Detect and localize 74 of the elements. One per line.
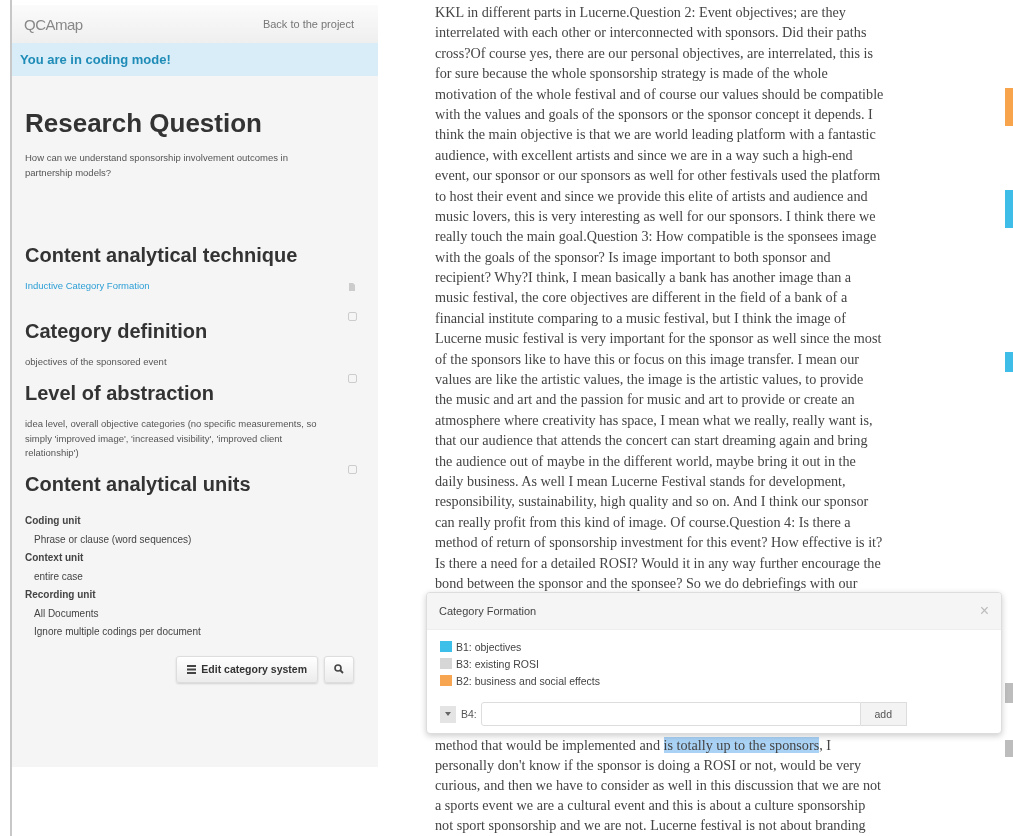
- code-marker[interactable]: [1005, 190, 1013, 228]
- document-line: not sport sponsorship and we are not. Lucerne festival is not about branding: [435, 816, 867, 836]
- document-line: daily business. As well I mean Lucerne Festival stands for development,: [435, 472, 847, 491]
- unit-value: Ignore multiple codings per document: [33, 625, 202, 640]
- section-heading: Level of abstraction: [25, 381, 215, 405]
- document-line: method of return of sponsorship investment for this event? How effective is it?: [435, 533, 884, 553]
- document-line: audience, with excellent artists and since we are in a way such a high-end: [435, 145, 854, 165]
- document-line: Is there a need for a detailed ROSI? Would it in any way further encourage the: [435, 553, 882, 573]
- document-line: music festival, the core objectives are different in the field of a bank of a: [435, 288, 849, 308]
- document-line: the audience out of maybe in the different world, maybe bring it out in the: [435, 451, 857, 471]
- code-marker[interactable]: [1005, 352, 1013, 372]
- category-item[interactable]: B3: existing ROSI: [456, 657, 539, 670]
- document-line: interrelated with each other or interconnected with sponsors. Did their paths: [435, 23, 868, 43]
- document-line: can really profit from this kind of image. Of course.Question 4: Is there a: [435, 512, 852, 532]
- document-line: a sports event we are a cultural event and this is about a culture sponsorship: [435, 796, 867, 816]
- list-icon: [187, 664, 197, 674]
- edit-icon[interactable]: [348, 373, 357, 383]
- app-logo: QCAmap: [24, 15, 83, 33]
- document-line: the music and art and the passion for music and art to provide or create an: [435, 390, 856, 410]
- document-line: that our audience that attends the concert can start dreaming again and bring: [435, 431, 869, 451]
- document-line: atmosphere where creativity has space, I mean what we really, really want is,: [435, 410, 874, 430]
- document-line: values are like the artistic values, the image is the artistic values, to provide: [435, 370, 865, 390]
- code-marker[interactable]: [1005, 683, 1013, 703]
- mode-banner: You are in coding mode!: [12, 43, 378, 76]
- document-line: responsibility, sustainability, high quality and so on. And I think our sponsor: [435, 492, 870, 512]
- code-marker[interactable]: [1005, 740, 1013, 757]
- document-line: personally don't know if the sponsor is doing a ROSI or not, would be very: [435, 756, 863, 776]
- edit-icon[interactable]: [348, 312, 357, 322]
- category-item[interactable]: B2: business and social effects: [456, 674, 600, 687]
- code-marker[interactable]: [1005, 88, 1013, 126]
- unit-label: Context unit: [25, 551, 85, 566]
- document-line: bond between the sponsor and the sponsee? So we do debriefings with our: [435, 573, 859, 593]
- popup-title: Category Formation: [439, 605, 537, 617]
- document-line: of the sponsors like to have this or focus on this image transfer. I mean our: [435, 349, 860, 369]
- edit-category-button[interactable]: Edit category system: [176, 655, 318, 683]
- section-heading: Content analytical technique: [25, 244, 299, 268]
- document-line: financial institute comparing to a music festival, but I think the image of: [435, 308, 847, 328]
- section-heading: Research Question: [25, 108, 263, 139]
- category-input[interactable]: [480, 702, 861, 726]
- document-line: really touch the main goal.Question 3: How compatible is the sponsees image: [435, 227, 878, 247]
- category-item[interactable]: B1: objectives: [456, 640, 522, 653]
- unit-label: Coding unit: [25, 514, 82, 529]
- document-line: with the goals of the sponsor? Is image important to both sponsor and: [435, 247, 832, 267]
- document-line: event, our sponsor or our sponsors as well for other festivals used the platform: [435, 166, 882, 186]
- back-link[interactable]: Back to the project: [262, 18, 354, 30]
- section-heading: Category definition: [25, 320, 209, 344]
- caret-icon: [445, 712, 451, 716]
- document-line: method that would be implemented and is totally up to the sponsors, I: [435, 736, 833, 756]
- search-button[interactable]: [324, 655, 354, 683]
- unit-label: Recording unit: [25, 588, 97, 603]
- document-line: recipient? Why?I think, I mean basically a bank has another image than a: [435, 268, 853, 288]
- document-icon[interactable]: [348, 281, 356, 292]
- unit-value: All Documents: [33, 606, 100, 621]
- new-category-label: B4:: [461, 708, 477, 720]
- document-line: curious, and then we have to consider as well in this discussion that we are not: [435, 776, 882, 796]
- add-button[interactable]: add: [860, 702, 907, 726]
- document-line: motivation of the whole festival and of course our values should be compatible: [435, 84, 884, 104]
- document-line: KKL in different parts in Lucerne.Question 2: Event objectives; are they: [435, 3, 847, 22]
- document-line: for sure because the whole sponsorship strategy is made of the whole: [435, 64, 829, 84]
- document-line: music lovers, this is very interesting as well for our sponsors. I think there we: [435, 206, 877, 226]
- document-line: Lucerne music festival is very important for the sponsor as well since the most: [435, 329, 883, 349]
- edit-icon[interactable]: [348, 465, 357, 475]
- document-line: cross?Of course yes, there are our personal objectives, are interrelated, this is: [435, 43, 875, 63]
- section-text: objectives of the sponsored event: [25, 355, 168, 370]
- question-text: How can we understand sponsorship involvement outcomes in partnership models?: [25, 151, 289, 180]
- document-line: to host their event and since we provide this elite of artists and audience and: [435, 186, 869, 206]
- dropdown-button[interactable]: [440, 705, 456, 723]
- document-line: think the main objective is that we are world leading platform with a fantastic: [435, 125, 877, 145]
- search-icon: [334, 664, 344, 675]
- document-line: with the values and goals of the sponsors or the sponsor concept it depends. I: [435, 104, 874, 124]
- section-heading: Content analytical units: [25, 473, 252, 497]
- section-text: idea level, overall objective categories (no specific measurements, so simply 'improved image', 'increased visibility', 'improved client relationship'): [25, 416, 318, 461]
- unit-value: Phrase or clause (word sequences): [33, 532, 193, 547]
- unit-value: entire case: [33, 569, 84, 584]
